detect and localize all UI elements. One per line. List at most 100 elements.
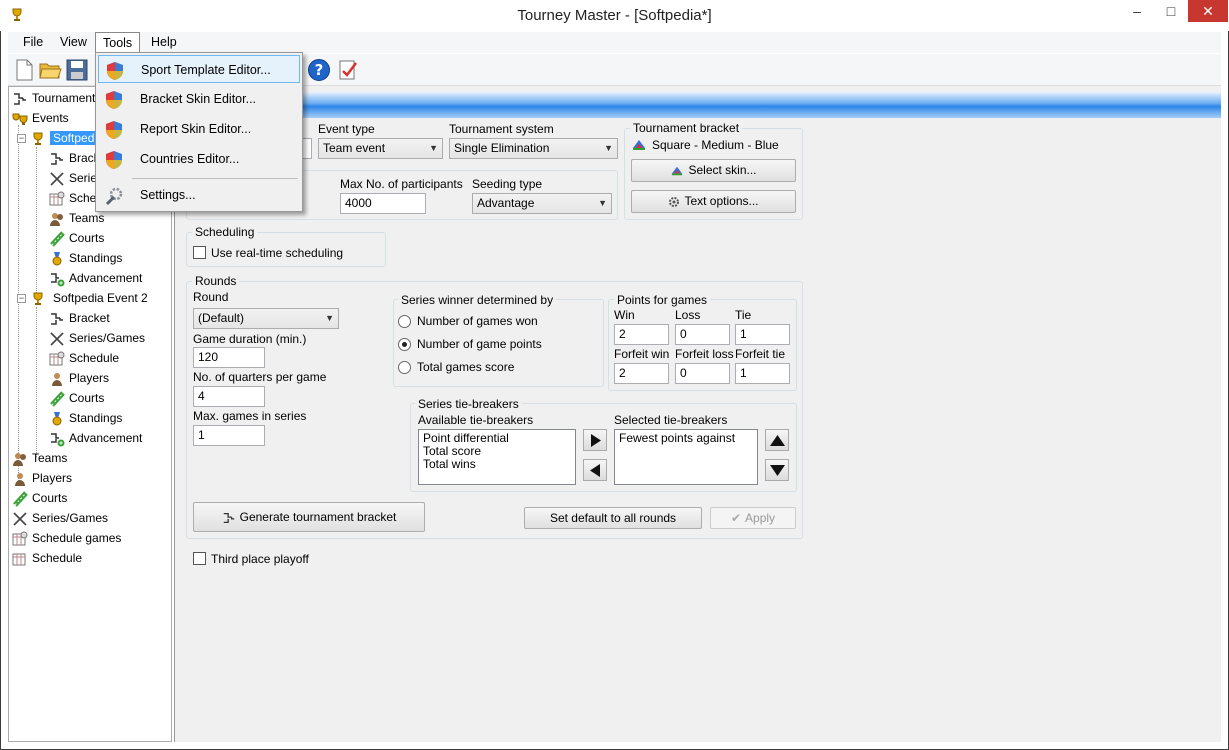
loss-input[interactable]: 0 xyxy=(675,324,730,345)
tree-item-courts[interactable]: Courts xyxy=(49,229,104,247)
tree-item-bracket[interactable]: Bracket xyxy=(49,309,110,327)
new-file-icon[interactable] xyxy=(12,58,36,82)
shield-icon xyxy=(106,151,122,169)
radio-total-score[interactable] xyxy=(398,361,411,374)
wrench-gear-icon xyxy=(105,187,123,206)
help-icon[interactable]: ? xyxy=(307,58,331,82)
menu-view[interactable]: View xyxy=(53,32,94,53)
tree-item-series-games-root[interactable]: Series/Games xyxy=(12,509,108,527)
court-icon xyxy=(50,391,65,407)
menu-file[interactable]: File xyxy=(16,32,50,53)
menu-item-report-skin-editor[interactable]: Report Skin Editor... xyxy=(98,115,300,143)
shield-icon xyxy=(106,121,122,139)
remove-tiebreaker-button[interactable] xyxy=(583,459,607,481)
tree-item-advancement[interactable]: Advancement xyxy=(49,269,142,287)
move-down-button[interactable] xyxy=(765,459,789,481)
tree-item-schedule[interactable]: Schedule xyxy=(49,349,119,367)
forfeit-tie-input[interactable]: 1 xyxy=(735,363,790,384)
tree-item-schedule-games[interactable]: Schedule games xyxy=(12,529,121,547)
menu-item-settings[interactable]: Settings... xyxy=(98,181,300,209)
tree-item-events[interactable]: Events xyxy=(12,109,69,127)
calendar-icon xyxy=(49,351,65,366)
arrow-down-icon xyxy=(770,465,785,476)
available-tiebreakers-list[interactable]: Point differential Total score Total win… xyxy=(418,429,576,485)
seeding-type-select[interactable]: Advantage ▼ xyxy=(472,193,612,214)
tree-item-series-games[interactable]: Series/Games xyxy=(49,329,145,347)
tree-item-schedule-root[interactable]: Schedule xyxy=(12,549,82,567)
round-select[interactable]: (Default) ▼ xyxy=(193,308,339,329)
win-input[interactable]: 2 xyxy=(614,324,669,345)
tree-item-standings[interactable]: Standings xyxy=(49,249,122,267)
title-bar: Tourney Master - [Softpedia*] – □ ✕ xyxy=(0,0,1229,31)
tree-item-bracket[interactable]: Brack xyxy=(49,149,100,167)
arrow-up-icon xyxy=(770,435,785,446)
tree-item-standings[interactable]: Standings xyxy=(49,409,122,427)
maximize-button[interactable]: □ xyxy=(1154,0,1188,22)
tree-item-courts[interactable]: Courts xyxy=(49,389,104,407)
menu-item-countries-editor[interactable]: Countries Editor... xyxy=(98,145,300,173)
bracket-icon xyxy=(223,512,234,523)
tree-item-event-2[interactable]: Softpedia Event 2 xyxy=(30,289,151,307)
crossed-swords-icon xyxy=(13,512,27,526)
total-score-label: Total games score xyxy=(417,360,515,374)
open-folder-icon[interactable] xyxy=(38,58,62,82)
series-winner-label: Series winner determined by xyxy=(398,293,557,307)
max-participants-input[interactable]: 4000 xyxy=(340,193,426,214)
game-duration-input[interactable]: 120 xyxy=(193,347,265,368)
minimize-button[interactable]: – xyxy=(1120,0,1154,22)
tie-input[interactable]: 1 xyxy=(735,324,790,345)
third-place-checkbox[interactable] xyxy=(193,552,206,565)
medal-icon xyxy=(52,411,62,426)
close-button[interactable]: ✕ xyxy=(1188,0,1228,22)
round-label: Round xyxy=(193,290,229,304)
set-default-button[interactable]: Set default to all rounds xyxy=(524,507,702,529)
text-options-button[interactable]: Text options... xyxy=(631,190,796,213)
forfeit-loss-input[interactable]: 0 xyxy=(675,363,730,384)
realtime-scheduling-label: Use real-time scheduling xyxy=(211,246,344,260)
quarters-input[interactable]: 4 xyxy=(193,386,265,407)
tournament-system-select[interactable]: Single Elimination ▼ xyxy=(449,138,618,159)
menu-help[interactable]: Help xyxy=(144,32,184,53)
select-skin-button[interactable]: Select skin... xyxy=(631,159,796,182)
arrow-right-icon xyxy=(591,434,601,447)
tree-item-schedule[interactable]: Sche xyxy=(49,189,96,207)
tree-item-tournament[interactable]: Tournament xyxy=(12,89,95,107)
selected-tiebreakers-list[interactable]: Fewest points against xyxy=(614,429,758,485)
forfeit-win-label: Forfeit win xyxy=(614,347,670,361)
tree-item-courts-root[interactable]: Courts xyxy=(12,489,67,507)
tree-item-advancement[interactable]: Advancement xyxy=(49,429,142,447)
list-item[interactable]: Total wins xyxy=(423,458,571,471)
event-type-select[interactable]: Team event ▼ xyxy=(318,138,443,159)
games-won-label: Number of games won xyxy=(417,314,538,328)
collapse-toggle[interactable]: − xyxy=(17,134,26,143)
bracket-icon xyxy=(51,313,63,325)
max-games-input[interactable]: 1 xyxy=(193,425,265,446)
tree-item-teams-root[interactable]: Teams xyxy=(12,449,67,467)
menu-tools[interactable]: Tools xyxy=(95,32,141,53)
apply-button[interactable]: ✔ Apply xyxy=(710,507,796,529)
calendar-icon xyxy=(12,531,28,546)
advancement-icon xyxy=(51,433,65,447)
forfeit-win-input[interactable]: 2 xyxy=(614,363,669,384)
radio-game-points[interactable] xyxy=(398,338,411,351)
tree-item-players[interactable]: Players xyxy=(49,369,109,387)
checklist-icon[interactable] xyxy=(336,58,360,82)
menu-item-sport-template-editor[interactable]: Sport Template Editor... xyxy=(98,55,300,83)
seeding-type-label: Seeding type xyxy=(472,177,543,191)
court-icon xyxy=(50,231,65,247)
quarters-label: No. of quarters per game xyxy=(193,370,327,384)
save-icon[interactable] xyxy=(65,58,89,82)
menu-item-bracket-skin-editor[interactable]: Bracket Skin Editor... xyxy=(98,85,300,113)
list-item[interactable]: Fewest points against xyxy=(619,432,753,445)
arrow-left-icon xyxy=(590,464,600,477)
game-points-label: Number of game points xyxy=(417,337,542,351)
generate-bracket-button[interactable]: Generate tournament bracket xyxy=(193,502,425,532)
tree-item-series-games[interactable]: Serie xyxy=(49,169,97,187)
add-tiebreaker-button[interactable] xyxy=(583,429,607,451)
tiebreakers-label: Series tie-breakers xyxy=(415,397,522,411)
move-up-button[interactable] xyxy=(765,429,789,451)
radio-games-won[interactable] xyxy=(398,315,411,328)
collapse-toggle[interactable]: − xyxy=(17,294,26,303)
tree-item-players-root[interactable]: Players xyxy=(12,469,72,487)
realtime-scheduling-checkbox[interactable] xyxy=(193,246,206,259)
